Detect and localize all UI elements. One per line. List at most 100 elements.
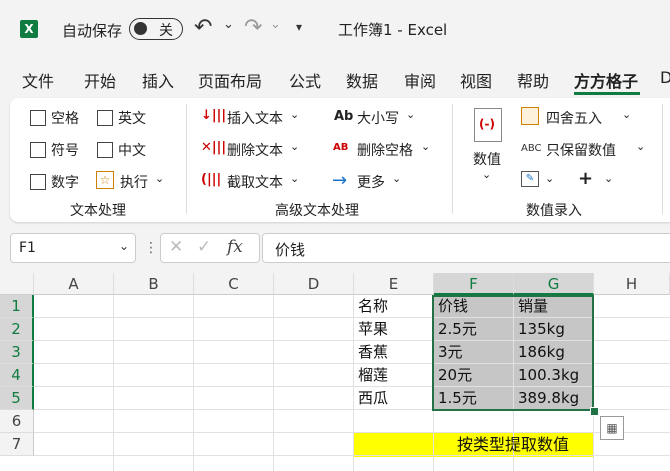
more-arrow-icon: → bbox=[332, 170, 348, 191]
column-header-g[interactable]: G bbox=[514, 273, 594, 295]
space-checkbox[interactable] bbox=[30, 110, 46, 126]
execute-button[interactable]: 执行 bbox=[120, 172, 148, 192]
gridline bbox=[273, 295, 274, 471]
gridline bbox=[193, 295, 194, 471]
tab-insert[interactable]: 插入 bbox=[142, 68, 174, 92]
row-header-7[interactable]: 7 bbox=[0, 433, 34, 456]
cancel-icon[interactable]: ✕ bbox=[169, 237, 183, 257]
autosave-label: 自动保存 bbox=[62, 22, 123, 40]
customize-toolbar-icon[interactable]: ▾ bbox=[296, 20, 302, 34]
tab-data[interactable]: 数据 bbox=[346, 68, 378, 92]
column-header-c[interactable]: C bbox=[194, 273, 274, 295]
undo-dropdown-icon[interactable]: ⌄ bbox=[223, 17, 234, 32]
group-divider bbox=[186, 104, 187, 214]
extract-text-button[interactable]: 截取文本 bbox=[227, 172, 283, 192]
keep-value-button[interactable]: 只保留数值 bbox=[546, 140, 616, 160]
execute-dropdown-icon[interactable]: ⌄ bbox=[155, 172, 164, 185]
edit-table-dropdown-icon[interactable]: ⌄ bbox=[545, 172, 554, 185]
insert-text-dropdown-icon[interactable]: ⌄ bbox=[290, 108, 299, 121]
row-header-3[interactable]: 3 bbox=[0, 341, 34, 364]
case-dropdown-icon[interactable]: ⌄ bbox=[406, 108, 415, 121]
autosave-toggle[interactable]: 关 bbox=[129, 18, 183, 40]
tab-review[interactable]: 审阅 bbox=[404, 68, 436, 92]
column-header-a[interactable]: A bbox=[34, 273, 114, 295]
tab-help[interactable]: 帮助 bbox=[517, 68, 549, 92]
case-icon: Ab bbox=[334, 109, 354, 124]
plus-icon[interactable]: + bbox=[578, 168, 593, 189]
plus-dropdown-icon[interactable]: ⌄ bbox=[604, 172, 613, 185]
insert-function-icon[interactable]: fx bbox=[227, 237, 243, 257]
formula-input[interactable]: 价钱 bbox=[262, 233, 670, 263]
column-header-f[interactable]: F bbox=[434, 273, 514, 295]
row-header-6[interactable]: 6 bbox=[0, 410, 34, 433]
tab-view[interactable]: 视图 bbox=[460, 68, 492, 92]
tab-formulas[interactable]: 公式 bbox=[289, 68, 321, 92]
tab-overflow[interactable]: D bbox=[660, 68, 670, 87]
column-header-b[interactable]: B bbox=[114, 273, 194, 295]
more-options-icon[interactable]: ⋮ bbox=[144, 240, 158, 256]
fill-handle[interactable] bbox=[590, 407, 599, 416]
keep-value-icon: ABC bbox=[521, 143, 542, 154]
row-header-4[interactable]: 4 bbox=[0, 364, 34, 387]
value-doc-icon[interactable]: (-) bbox=[474, 108, 502, 142]
undo-icon[interactable]: ↶ bbox=[194, 15, 212, 40]
cell-e1[interactable]: 名称 bbox=[354, 295, 388, 318]
row-header-1[interactable]: 1 bbox=[0, 295, 34, 318]
tab-home[interactable]: 开始 bbox=[84, 68, 116, 92]
delete-text-icon: ✕||| bbox=[201, 140, 227, 155]
value-button[interactable]: 数值 bbox=[473, 149, 501, 169]
keep-value-dropdown-icon[interactable]: ⌄ bbox=[636, 140, 645, 153]
row-header-2[interactable]: 2 bbox=[0, 318, 34, 341]
number-checkbox[interactable] bbox=[30, 174, 46, 190]
cell-e2[interactable]: 苹果 bbox=[354, 318, 388, 341]
tab-file[interactable]: 文件 bbox=[22, 68, 54, 92]
quick-analysis-icon[interactable]: ▦ bbox=[600, 416, 624, 440]
gridline bbox=[113, 295, 114, 471]
redo-icon[interactable]: ↷ bbox=[244, 15, 262, 40]
column-header-d[interactable]: D bbox=[274, 273, 354, 295]
column-header-h[interactable]: H bbox=[594, 273, 670, 295]
name-box-value: F1 bbox=[19, 240, 36, 256]
row-header-5[interactable]: 5 bbox=[0, 387, 34, 410]
name-box-dropdown-icon[interactable]: ⌄ bbox=[119, 239, 129, 253]
value-group-label: 数值录入 bbox=[526, 203, 582, 219]
english-label: 英文 bbox=[118, 111, 146, 127]
insert-text-button[interactable]: 插入文本 bbox=[227, 108, 283, 128]
more-button[interactable]: 更多 bbox=[357, 172, 385, 192]
value-dropdown-icon[interactable]: ⌄ bbox=[482, 168, 491, 181]
formula-value: 价钱 bbox=[275, 241, 306, 259]
toggle-knob bbox=[134, 22, 147, 35]
text-group-label: 文本处理 bbox=[70, 203, 126, 219]
more-dropdown-icon[interactable]: ⌄ bbox=[392, 172, 401, 185]
extract-text-icon: (||| bbox=[201, 172, 222, 187]
tab-fangfang[interactable]: 方方格子 bbox=[574, 68, 638, 92]
advanced-group-label: 高级文本处理 bbox=[275, 203, 359, 219]
symbol-checkbox[interactable] bbox=[30, 142, 46, 158]
english-checkbox[interactable] bbox=[97, 110, 113, 126]
cell-e5[interactable]: 西瓜 bbox=[354, 387, 388, 410]
delete-text-button[interactable]: 删除文本 bbox=[227, 140, 283, 160]
round-button[interactable]: 四舍五入 bbox=[546, 108, 602, 128]
round-dropdown-icon[interactable]: ⌄ bbox=[622, 108, 631, 121]
case-button[interactable]: 大小写 bbox=[357, 108, 399, 128]
round-icon bbox=[521, 107, 539, 125]
tab-page-layout[interactable]: 页面布局 bbox=[198, 68, 262, 92]
delete-space-button[interactable]: 删除空格 bbox=[357, 140, 413, 160]
space-label: 空格 bbox=[51, 111, 79, 127]
number-label: 数字 bbox=[51, 175, 79, 191]
autosave-state: 关 bbox=[159, 23, 173, 39]
name-box[interactable]: F1 ⌄ bbox=[10, 233, 136, 263]
selection-border bbox=[432, 295, 594, 411]
select-all-corner[interactable] bbox=[0, 273, 34, 295]
edit-table-icon[interactable]: ✎ bbox=[521, 171, 539, 187]
delete-text-dropdown-icon[interactable]: ⌄ bbox=[290, 140, 299, 153]
enter-icon[interactable]: ✓ bbox=[197, 237, 211, 257]
cell-e3[interactable]: 香蕉 bbox=[354, 341, 388, 364]
delete-space-dropdown-icon[interactable]: ⌄ bbox=[421, 140, 430, 153]
cell-e4[interactable]: 榴莲 bbox=[354, 364, 388, 387]
extract-text-dropdown-icon[interactable]: ⌄ bbox=[290, 172, 299, 185]
redo-dropdown-icon[interactable]: ⌄ bbox=[270, 17, 281, 32]
execute-icon[interactable]: ☆ bbox=[96, 171, 114, 189]
chinese-checkbox[interactable] bbox=[97, 142, 113, 158]
column-header-e[interactable]: E bbox=[354, 273, 434, 295]
